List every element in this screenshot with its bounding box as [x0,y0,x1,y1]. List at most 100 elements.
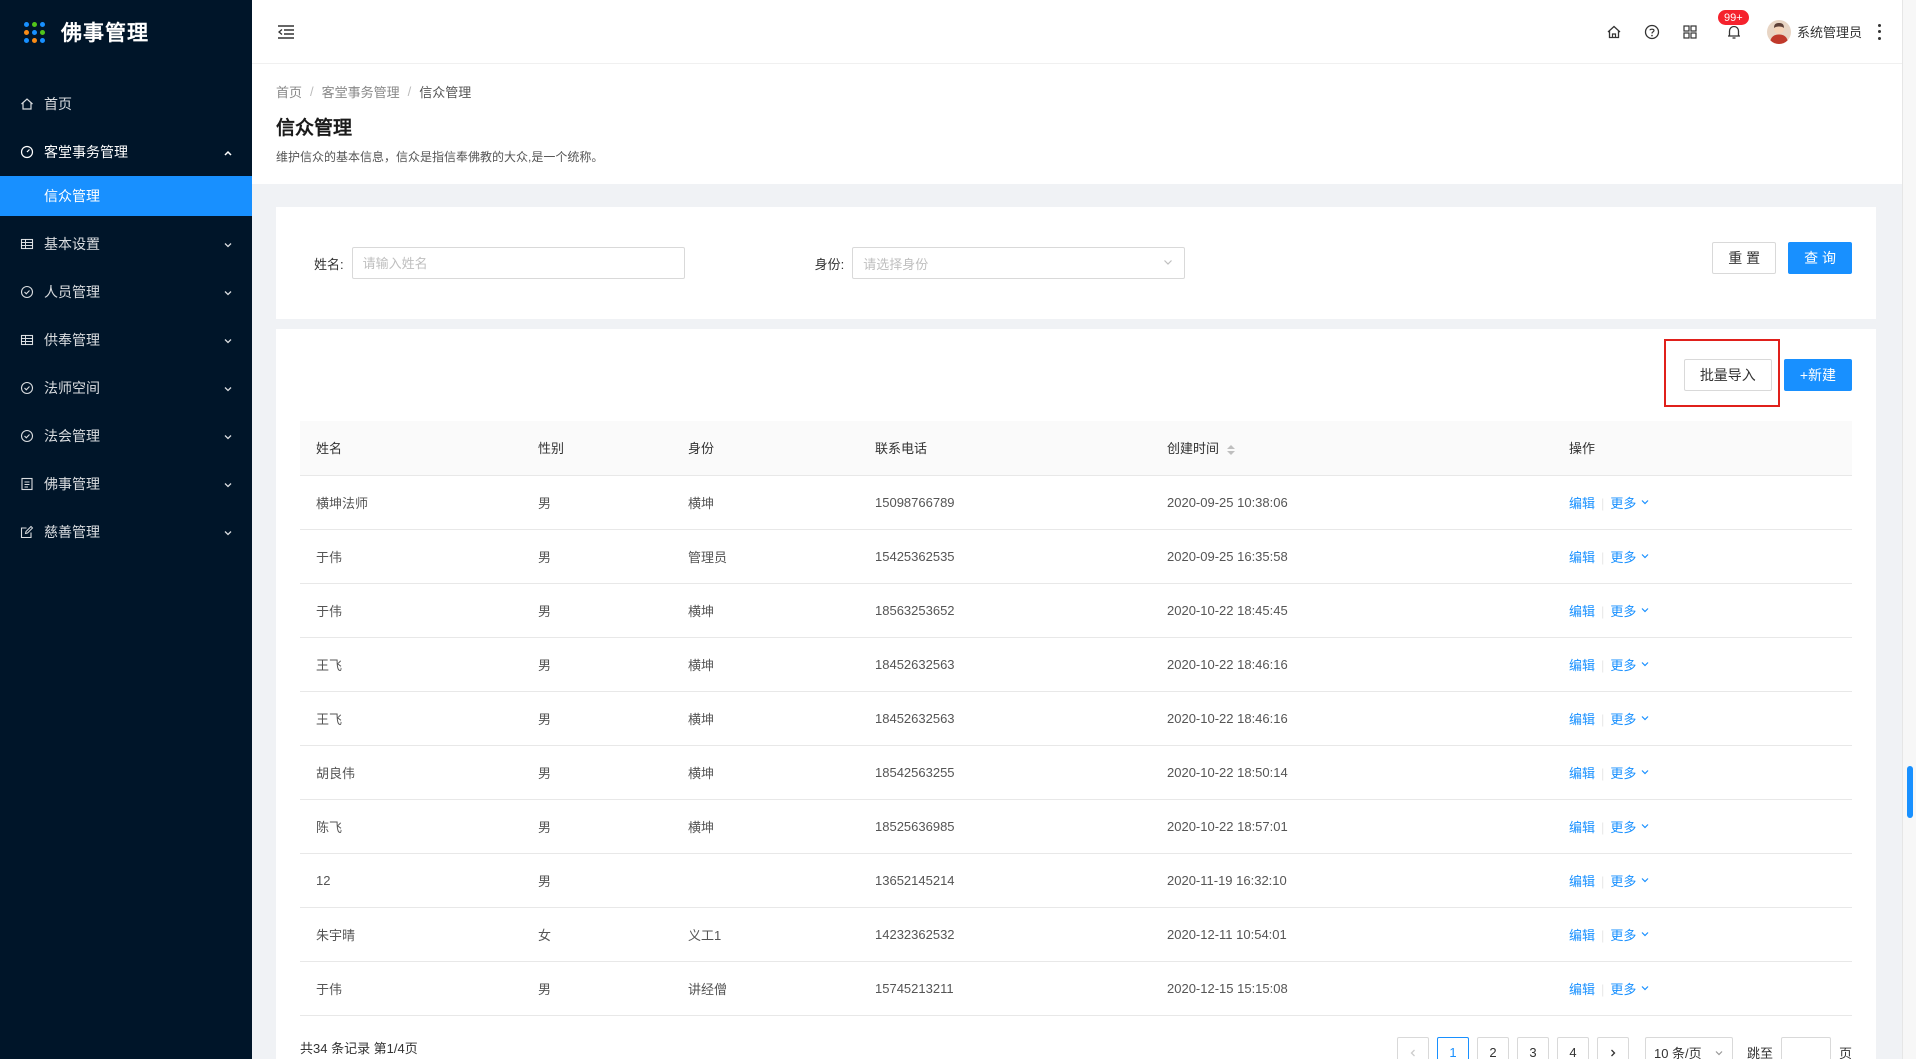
user-name[interactable]: 系统管理员 [1797,22,1862,41]
column-header-created[interactable]: 创建时间 [1151,421,1553,476]
chevron-down-icon [222,382,234,394]
table-row: 朱宇晴女义工1 14232362532 2020-12-11 10:54:01 编辑 |… [300,907,1852,962]
more-dropdown[interactable]: 更多 [1610,655,1650,674]
more-link-label: 更多 [1610,603,1637,619]
breadcrumb-item-hall-affairs[interactable]: 客堂事务管理 [322,82,400,101]
edit-link[interactable]: 编辑 [1569,550,1595,565]
cell-name: 12 [300,853,522,908]
more-link-label: 更多 [1610,495,1637,511]
more-dropdown[interactable]: 更多 [1610,709,1650,728]
menu-fold-icon[interactable] [276,22,296,42]
cell-phone: 15425362535 [859,529,1151,584]
cell-created: 2020-10-22 18:50:14 [1151,745,1553,800]
vertical-scrollbar[interactable] [1902,0,1916,1059]
edit-link[interactable]: 编辑 [1569,604,1595,619]
more-dropdown[interactable]: 更多 [1610,871,1650,890]
edit-link[interactable]: 编辑 [1569,982,1595,997]
edit-link[interactable]: 编辑 [1569,496,1595,511]
user-avatar[interactable] [1766,19,1791,44]
breadcrumb-item-home[interactable]: 首页 [276,82,302,101]
more-dropdown[interactable]: 更多 [1610,493,1650,512]
chevron-down-icon [222,286,234,298]
cell-phone: 18563253652 [859,583,1151,638]
page-description: 维护信众的基本信息，信众是指信奉佛教的大众,是一个统称。 [276,150,604,164]
table-row: 12 男 13652145214 2020-11-19 16:32:10 编辑 | 更多 [300,853,1852,908]
more-dropdown[interactable]: 更多 [1610,763,1650,782]
edit-link[interactable]: 编辑 [1569,928,1595,943]
more-dropdown[interactable]: 更多 [1610,601,1650,620]
column-header-actions: 操作 [1553,421,1852,476]
page-button-3[interactable]: 3 [1516,1036,1549,1059]
sidebar-subitem-believers[interactable]: 信众管理 [0,176,252,216]
chevron-down-icon [1641,770,1649,775]
edit-link[interactable]: 编辑 [1569,658,1595,673]
more-vertical-icon[interactable] [1876,23,1882,40]
sidebar-item-home[interactable]: 首页 [0,80,252,128]
bell-icon[interactable]: 99+ [1716,8,1750,41]
more-dropdown[interactable]: 更多 [1610,979,1650,998]
table-row: 胡良伟男横坤 18542563255 2020-10-22 18:50:14 编辑 | 更… [300,745,1852,800]
page-size-select[interactable]: 10 条/页 [1644,1036,1733,1059]
sidebar-item-master-space[interactable]: 法师空间 [0,364,252,412]
cell-gender: 男 [522,475,672,530]
more-dropdown[interactable]: 更多 [1610,547,1650,566]
sidebar-item-charity[interactable]: 慈善管理 [0,508,252,556]
sidebar-item-label: 客堂事务管理 [44,144,128,160]
cell-name: 陈飞 [300,799,522,854]
check-circle-icon [20,429,34,443]
chevron-down-icon [222,238,234,250]
breadcrumb-separator: / [310,84,314,99]
column-header-gender: 性别 [522,421,672,476]
query-button[interactable]: 查 询 [1788,242,1852,274]
cell-actions: 编辑 | 更多 [1553,637,1852,692]
jump-to-input[interactable] [1780,1036,1831,1059]
home-icon[interactable] [1605,23,1623,41]
cell-created: 2020-12-11 10:54:01 [1151,907,1553,962]
sidebar-item-dharma-assembly[interactable]: 法会管理 [0,412,252,460]
chevron-down-icon [222,334,234,346]
new-button[interactable]: +新建 [1783,359,1852,391]
name-search-input[interactable] [351,247,685,279]
sidebar: 佛事管理 首页 客堂事务管理 信众管理 基本设置 人员管理 供奉管理 法师空间 … [0,0,252,1059]
chevron-down-icon [1641,878,1649,883]
scrollbar-thumb[interactable] [1907,766,1913,818]
table-row: 王飞男横坤 18452632563 2020-10-22 18:46:16 编辑 | 更多 [300,691,1852,746]
app-logo[interactable]: 佛事管理 [0,0,252,64]
sort-icon[interactable] [1227,444,1236,455]
page-button-1[interactable]: 1 [1436,1036,1469,1059]
cell-phone: 18542563255 [859,745,1151,800]
edit-link[interactable]: 编辑 [1569,766,1595,781]
cell-phone: 15098766789 [859,475,1151,530]
cell-phone: 15745213211 [859,961,1151,1016]
chevron-down-icon [1641,824,1649,829]
sidebar-item-offerings[interactable]: 供奉管理 [0,316,252,364]
more-dropdown[interactable]: 更多 [1610,925,1650,944]
sidebar-item-staff[interactable]: 人员管理 [0,268,252,316]
next-page-button[interactable] [1596,1036,1629,1059]
identity-select[interactable]: 请选择身份 [852,247,1186,279]
cell-name: 横坤法师 [300,475,522,530]
form-icon [20,525,34,539]
sidebar-item-basic-settings[interactable]: 基本设置 [0,220,252,268]
page-button-4[interactable]: 4 [1556,1036,1589,1059]
edit-link[interactable]: 编辑 [1569,820,1595,835]
sidebar-menu: 首页 客堂事务管理 信众管理 基本设置 人员管理 供奉管理 法师空间 法会管理 … [0,80,252,556]
cell-gender: 男 [522,583,672,638]
sidebar-item-label: 法师空间 [44,380,100,396]
reset-button[interactable]: 重 置 [1712,242,1777,274]
page-button-2[interactable]: 2 [1476,1036,1509,1059]
more-dropdown[interactable]: 更多 [1610,817,1650,836]
edit-link[interactable]: 编辑 [1569,874,1595,889]
action-divider: | [1601,603,1605,619]
cell-actions: 编辑 | 更多 [1553,691,1852,746]
chevron-down-icon [1641,662,1649,667]
appstore-icon[interactable] [1681,23,1699,41]
cell-phone: 18452632563 [859,637,1151,692]
edit-link[interactable]: 编辑 [1569,712,1595,727]
question-circle-icon[interactable] [1643,23,1661,41]
sidebar-item-hall-affairs[interactable]: 客堂事务管理 [0,128,252,176]
sidebar-item-buddhist-affairs[interactable]: 佛事管理 [0,460,252,508]
page-size-value: 10 条/页 [1653,1046,1702,1059]
prev-page-button[interactable] [1396,1036,1429,1059]
cell-identity: 讲经僧 [672,961,859,1016]
